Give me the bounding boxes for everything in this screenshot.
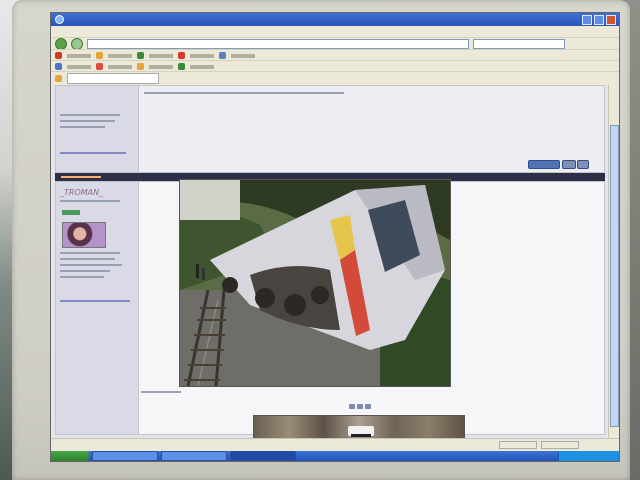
quote-button[interactable] [528, 160, 560, 169]
tab-bar [51, 71, 619, 85]
taskbar-button-active[interactable] [230, 451, 296, 461]
post-user-panel: _TROMAN_ [56, 182, 139, 434]
browser-titlebar [51, 13, 619, 26]
status-zoom[interactable] [541, 441, 579, 449]
derailed-train-photo [179, 179, 451, 387]
post-footer-line [141, 391, 181, 393]
pager-next-button[interactable] [365, 404, 371, 409]
toolbar-icon[interactable] [96, 52, 103, 59]
status-bar [51, 438, 619, 451]
ie-icon [55, 15, 64, 24]
post-user-panel [56, 86, 139, 172]
minimize-button[interactable] [582, 15, 592, 25]
toolbar-icon[interactable] [96, 63, 103, 70]
toolbar-icon[interactable] [178, 63, 185, 70]
post-text-line [144, 92, 344, 94]
report-button[interactable] [577, 160, 589, 169]
browser-tab[interactable] [67, 73, 159, 84]
favorites-icon[interactable] [55, 75, 62, 82]
pager-current[interactable] [357, 404, 363, 409]
toolbar-icon[interactable] [219, 52, 226, 59]
image-pager [349, 404, 371, 409]
address-input[interactable] [87, 39, 469, 49]
forum-page: _TROMAN_ [51, 85, 609, 445]
menu-bar [51, 26, 619, 37]
user-rank-badge [62, 210, 80, 215]
toolbar-icon[interactable] [55, 63, 62, 70]
taskbar-button[interactable] [161, 451, 227, 461]
window-controls [582, 15, 616, 25]
toolbar-icon[interactable] [137, 52, 144, 59]
vertical-scrollbar[interactable] [608, 85, 619, 439]
post-username[interactable]: _TROMAN_ [60, 188, 103, 197]
taskbar-button[interactable] [92, 451, 158, 461]
pager-prev-button[interactable] [349, 404, 355, 409]
car-image [348, 426, 374, 437]
monitor-screen: _TROMAN_ [50, 12, 620, 462]
system-tray [558, 451, 619, 461]
start-button[interactable] [51, 451, 89, 461]
close-button[interactable] [606, 15, 616, 25]
toolbar-icon[interactable] [178, 52, 185, 59]
monitor-bezel: _TROMAN_ [12, 0, 630, 480]
reply-button[interactable] [562, 160, 576, 169]
avatar [62, 222, 106, 248]
toolbar-icon[interactable] [55, 52, 62, 59]
photo-image [180, 180, 450, 386]
toolbar-icon[interactable] [137, 63, 144, 70]
forum-post [55, 85, 605, 173]
maximize-button[interactable] [594, 15, 604, 25]
status-zone [499, 441, 537, 449]
scrollbar-thumb[interactable] [610, 125, 619, 427]
search-input[interactable] [473, 39, 565, 49]
taskbar [51, 451, 619, 461]
